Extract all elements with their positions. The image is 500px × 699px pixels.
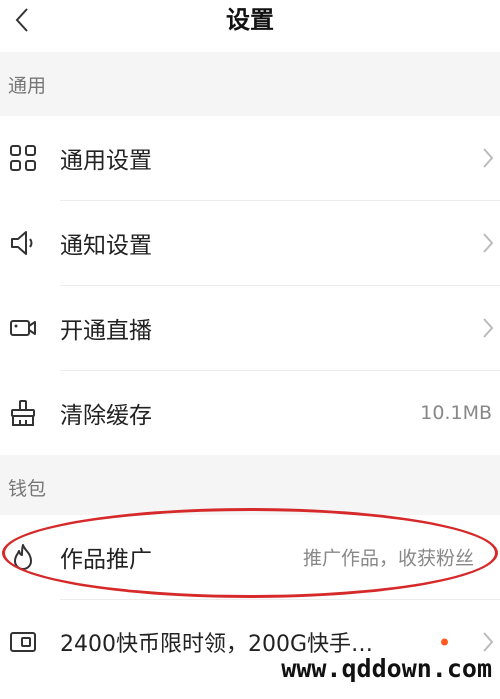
cache-size-value: 10.1MB	[420, 402, 492, 424]
settings-item-live[interactable]: 开通直播	[0, 286, 500, 370]
settings-item-label: 开通直播	[60, 318, 152, 344]
section-header-general: 通用	[0, 52, 500, 116]
page-title: 设置	[226, 6, 274, 34]
nav-bar: 设置	[0, 0, 500, 52]
chevron-right-icon	[483, 318, 494, 338]
broom-icon	[6, 396, 40, 430]
flame-icon	[6, 540, 40, 574]
grid-icon	[6, 141, 40, 175]
settings-item-clear-cache[interactable]: 清除缓存 10.1MB	[0, 371, 500, 455]
video-camera-icon	[6, 311, 40, 345]
settings-item-label: 通用设置	[60, 148, 152, 174]
watermark: www.qddown.com	[279, 654, 494, 683]
notification-dot	[441, 638, 448, 646]
settings-item-label: 作品推广	[60, 547, 152, 573]
card-icon	[6, 625, 40, 659]
chevron-right-icon	[483, 233, 494, 253]
settings-item-label: 清除缓存	[60, 403, 152, 429]
settings-item-general[interactable]: 通用设置	[0, 116, 500, 200]
settings-item-notifications[interactable]: 通知设置	[0, 201, 500, 285]
chevron-right-icon	[483, 148, 494, 168]
promotion-hint: 推广作品，收获粉丝	[302, 547, 474, 570]
settings-item-label: 通知设置	[60, 233, 152, 259]
settings-item-promotion[interactable]: 作品推广 推广作品，收获粉丝	[0, 515, 500, 599]
section-header-wallet: 钱包	[0, 455, 500, 519]
speaker-icon	[6, 226, 40, 260]
chevron-right-icon	[483, 632, 494, 652]
